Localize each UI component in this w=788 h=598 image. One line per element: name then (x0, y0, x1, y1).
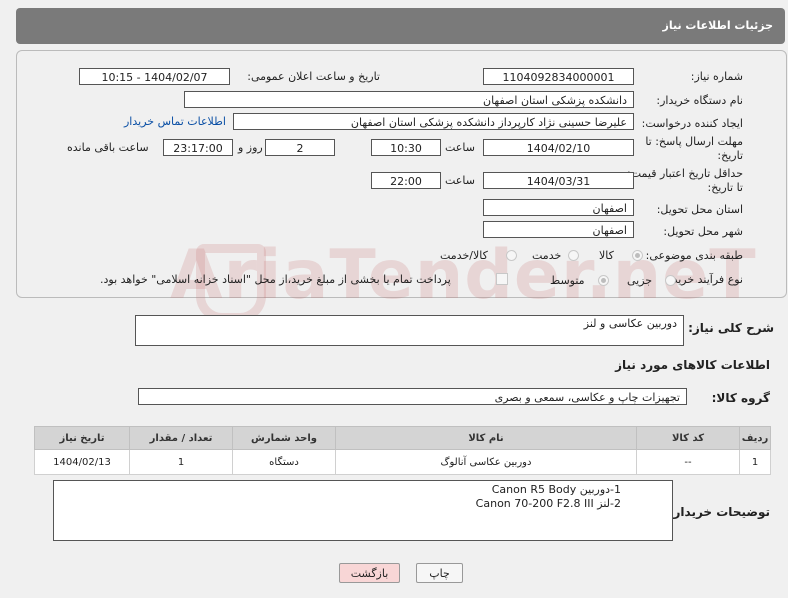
cell-unit: دستگاه (232, 449, 336, 475)
goods-table: ردیف کد کالا نام کالا واحد شمارش تعداد /… (34, 426, 771, 475)
days-remaining-field: 2 (265, 139, 335, 156)
deadline-time-field: 10:30 (371, 139, 441, 156)
category-service-label: خدمت (532, 249, 562, 262)
table-row: 1 -- دوربین عکاسی آنالوگ دستگاه 1 1404/0… (34, 449, 771, 475)
category-both-label: کالا/خدمت (440, 249, 488, 262)
buyer-contact-link[interactable]: اطلاعات تماس خریدار (124, 115, 226, 128)
buyer-notes-line-1: 1-دوربین Canon R5 Body (491, 483, 621, 496)
buyer-org-field: دانشکده پزشکی استان اصفهان (184, 91, 634, 108)
validity-date-field: 1404/03/31 (483, 172, 634, 189)
process-medium-label: متوسط (550, 274, 585, 287)
goods-section-title: اطلاعات کالاهای مورد نیاز (615, 358, 770, 372)
goods-group-label: گروه کالا: (711, 391, 770, 405)
category-both-radio[interactable] (506, 250, 517, 261)
city-label: شهر محل تحویل: (663, 225, 743, 238)
need-summary-field: دوربین عکاسی و لنز (135, 315, 684, 346)
cell-name: دوربین عکاسی آنالوگ (335, 449, 637, 475)
category-service-radio[interactable] (568, 250, 579, 261)
buyer-notes-line-2: 2-لنز Canon 70-200 F2.8 III (475, 497, 621, 510)
cell-quantity: 1 (129, 449, 233, 475)
province-field: اصفهان (483, 199, 634, 216)
time-remaining-field: 23:17:00 (163, 139, 233, 156)
category-goods-radio[interactable] (632, 250, 643, 261)
province-label: استان محل تحویل: (656, 203, 743, 216)
col-header-name: نام کالا (335, 426, 637, 450)
col-header-row-no: ردیف (739, 426, 771, 450)
back-button[interactable]: بازگشت (339, 563, 400, 583)
cell-row-no: 1 (739, 449, 771, 475)
buyer-org-label: نام دستگاه خریدار: (656, 94, 743, 107)
category-goods-label: کالا (599, 249, 614, 262)
col-header-quantity: تعداد / مقدار (129, 426, 233, 450)
col-header-unit: واحد شمارش (232, 426, 336, 450)
announce-date-field: 1404/02/07 - 10:15 (79, 68, 230, 85)
deadline-time-label: ساعت (445, 141, 475, 154)
need-number-label: شماره نیاز: (690, 70, 743, 83)
city-field: اصفهان (483, 221, 634, 238)
validity-time-field: 22:00 (371, 172, 441, 189)
category-label: طبقه بندی موضوعی: (645, 249, 743, 262)
process-type-label: نوع فرآیند خرید : (665, 273, 743, 286)
price-validity-label: حداقل تاریخ اعتبار قیمت: (627, 167, 743, 180)
print-button[interactable]: چاپ (416, 563, 463, 583)
cell-need-date: 1404/02/13 (34, 449, 130, 475)
treasury-payment-checkbox[interactable] (496, 273, 508, 285)
deadline-label: مهلت ارسال پاسخ: تا (645, 135, 743, 148)
announce-date-label: تاریخ و ساعت اعلان عمومی: (247, 70, 380, 83)
buyer-notes-label: توضیحات خریدار: (668, 505, 770, 519)
col-header-code: کد کالا (636, 426, 740, 450)
need-summary-label: شرح کلی نیاز: (688, 321, 774, 335)
col-header-need-date: تاریخ نیاز (34, 426, 130, 450)
price-validity-label-2: تا تاریخ: (707, 181, 743, 194)
buyer-notes-field: 1-دوربین Canon R5 Body 2-لنز Canon 70-20… (53, 480, 673, 541)
process-minor-label: جزیی (627, 274, 653, 287)
time-remaining-label: ساعت باقی مانده (67, 141, 149, 154)
page-title: جزئیات اطلاعات نیاز (662, 19, 774, 32)
process-medium-radio[interactable] (598, 275, 609, 286)
deadline-date-field: 1404/02/10 (483, 139, 634, 156)
goods-group-field: تجهیزات چاپ و عکاسی، سمعی و بصری (138, 388, 687, 405)
deadline-label-2: تاریخ: (717, 149, 743, 162)
need-number-field: 1104092834000001 (483, 68, 634, 85)
validity-time-label: ساعت (445, 174, 475, 187)
requester-field: علیرضا حسینی نژاد کارپرداز دانشکده پزشکی… (233, 113, 634, 130)
process-minor-radio[interactable] (665, 275, 676, 286)
requester-label: ایجاد کننده درخواست: (641, 117, 743, 130)
days-label: روز و (238, 141, 263, 154)
cell-code: -- (636, 449, 740, 475)
table-header-row: ردیف کد کالا نام کالا واحد شمارش تعداد /… (34, 426, 771, 450)
treasury-payment-note: پرداخت تمام یا بخشی از مبلغ خرید،از محل … (100, 273, 451, 286)
page-header: جزئیات اطلاعات نیاز (16, 8, 785, 44)
